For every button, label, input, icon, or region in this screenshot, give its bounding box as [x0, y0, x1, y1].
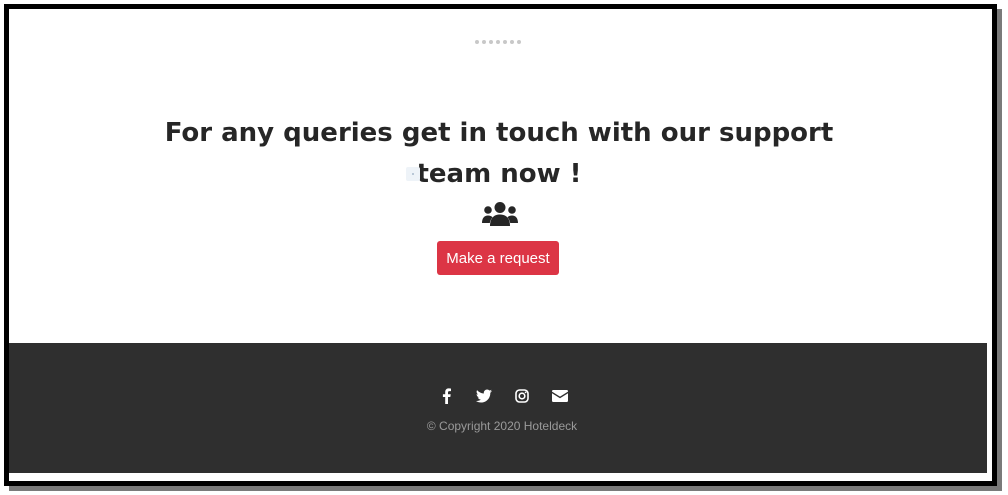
support-headline: For any queries get in touch with our su… — [149, 113, 849, 195]
make-request-button[interactable]: Make a request — [437, 241, 559, 275]
envelope-icon[interactable] — [551, 387, 569, 405]
loading-dot — [475, 40, 479, 44]
users-icon — [482, 202, 518, 226]
text-cursor-marker — [406, 167, 420, 181]
loading-dot — [510, 40, 514, 44]
copyright-text: © Copyright 2020 Hoteldeck — [426, 419, 578, 433]
support-section: For any queries get in touch with our su… — [9, 9, 992, 343]
facebook-icon[interactable] — [437, 387, 455, 405]
footer-edge — [987, 343, 992, 473]
loading-dot — [503, 40, 507, 44]
loading-dot — [482, 40, 486, 44]
loading-dot — [496, 40, 500, 44]
loading-dot — [517, 40, 521, 44]
footer: © Copyright 2020 Hoteldeck — [9, 343, 987, 473]
screenshot-frame: For any queries get in touch with our su… — [4, 4, 997, 486]
headline-line-2: team now ! — [416, 159, 582, 189]
instagram-icon[interactable] — [513, 387, 531, 405]
footer-edge — [9, 473, 992, 481]
loading-dot — [489, 40, 493, 44]
twitter-icon[interactable] — [475, 387, 493, 405]
headline-line-1: For any queries get in touch with our su… — [164, 118, 834, 148]
social-links — [9, 387, 987, 405]
loading-dots — [475, 40, 521, 44]
